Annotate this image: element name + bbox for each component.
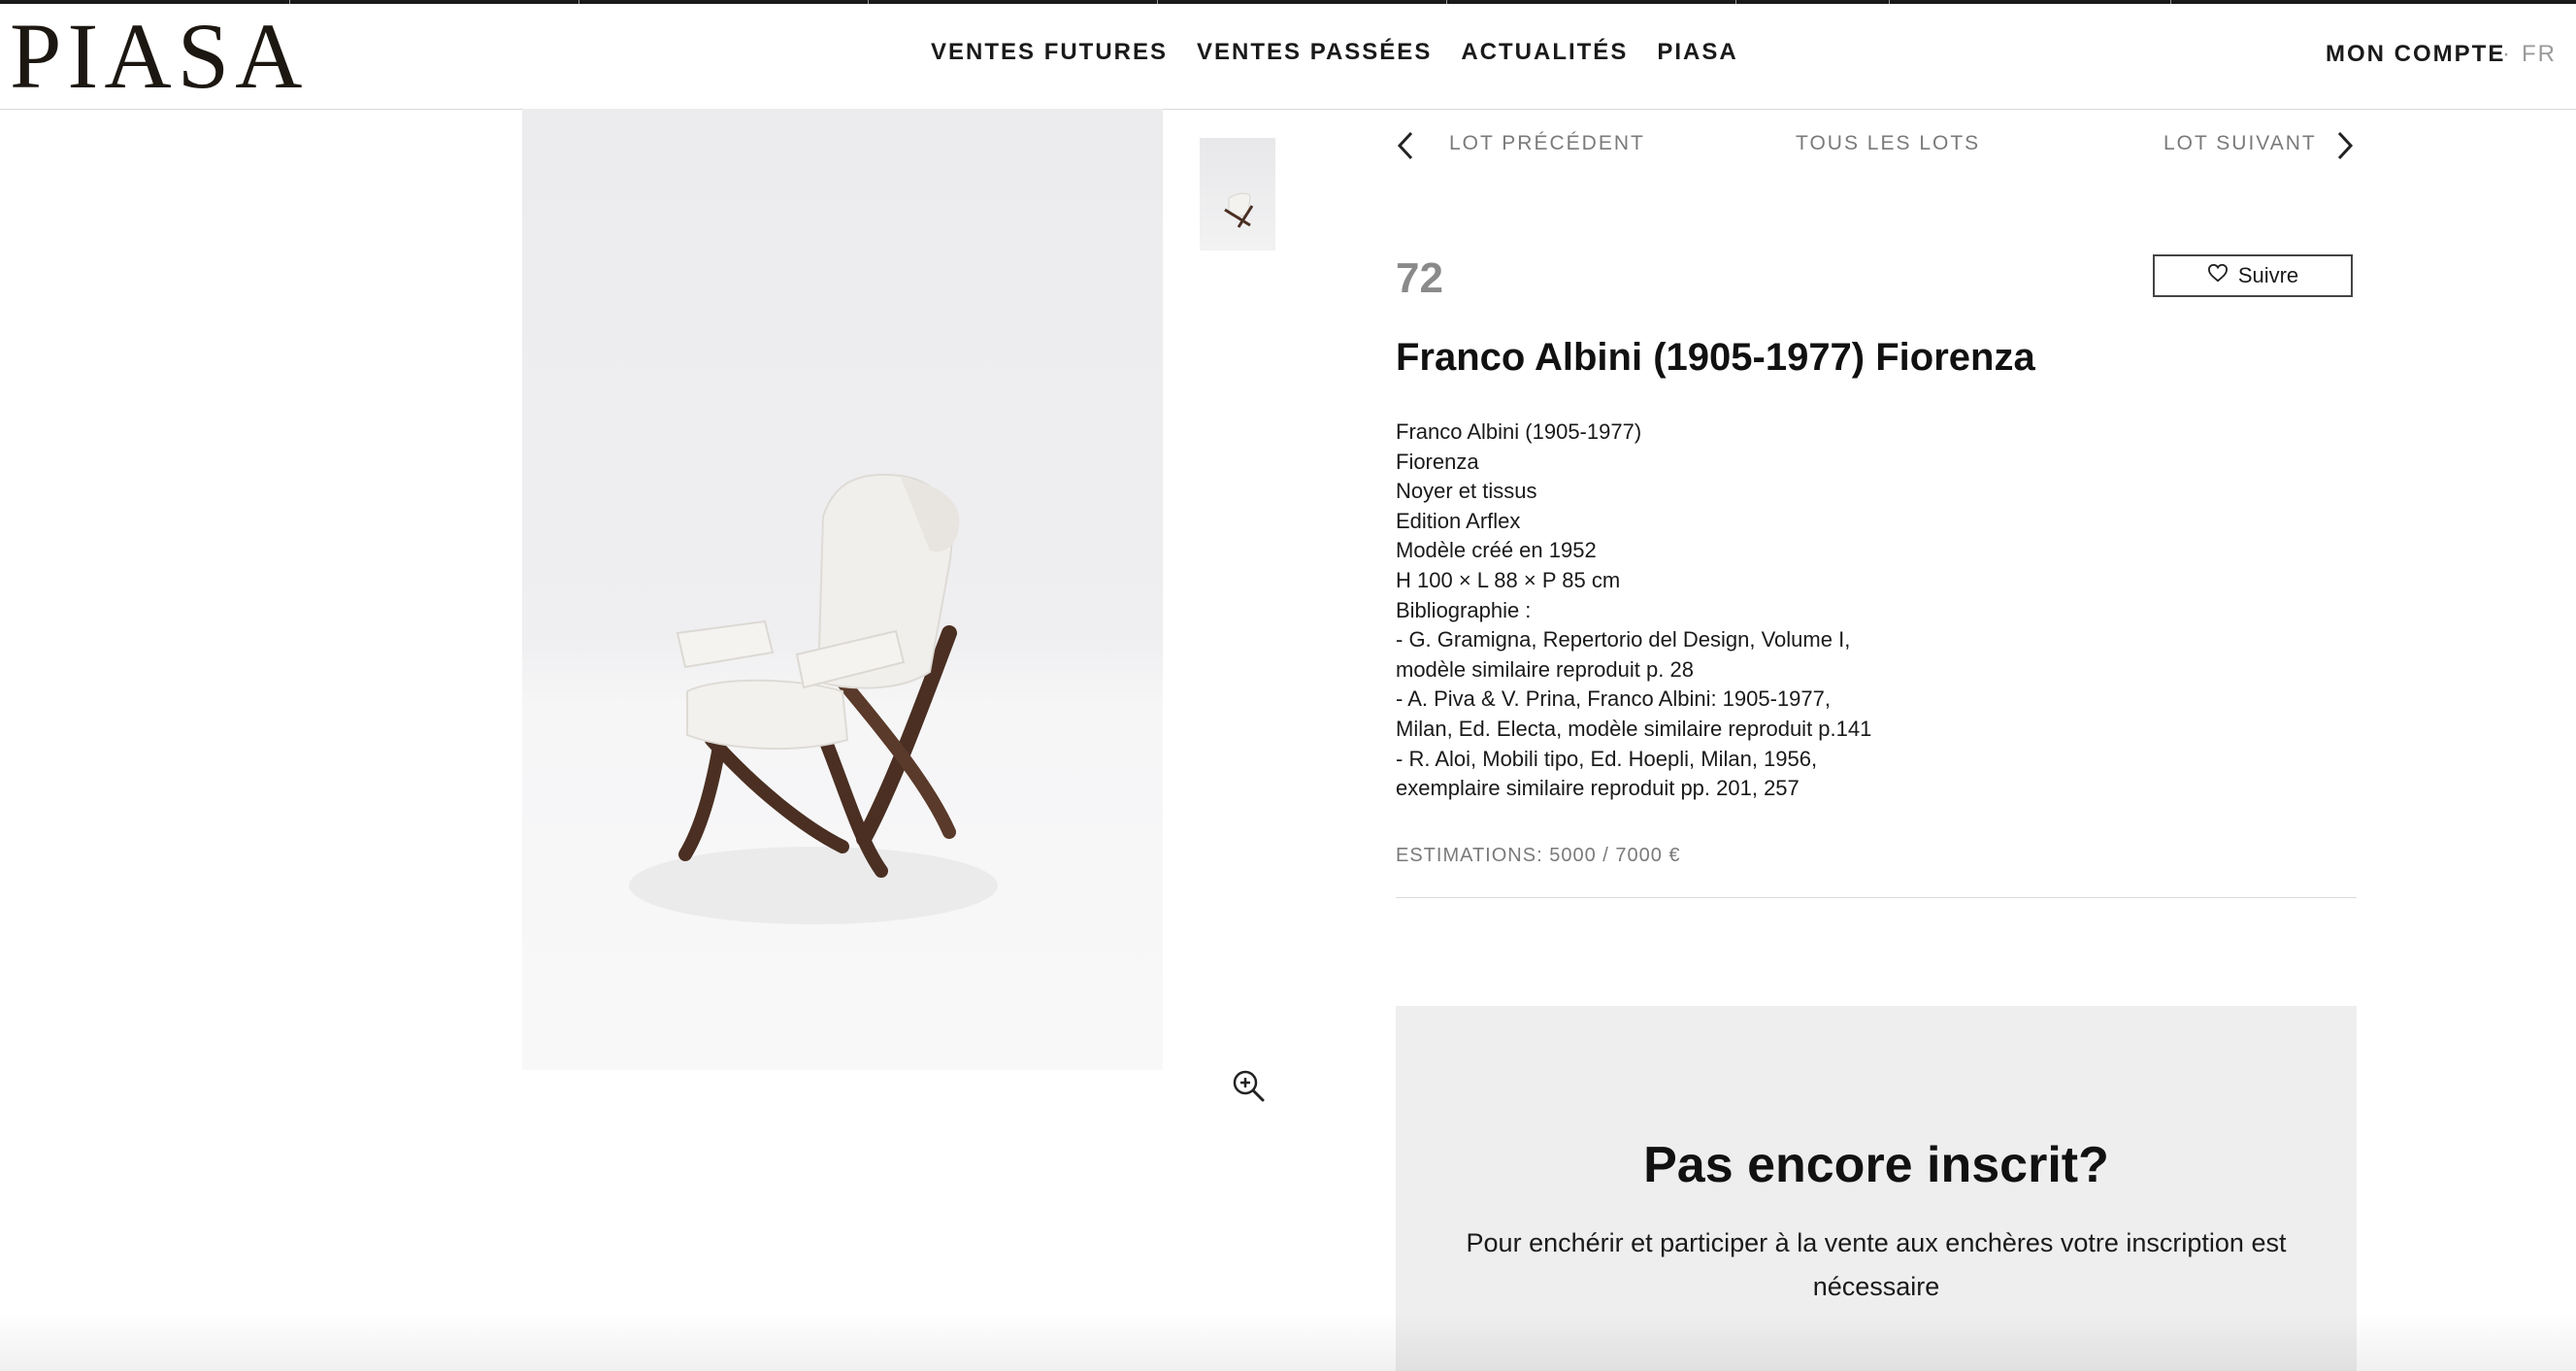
lot-title: Franco Albini (1905-1977) Fiorenza [1396,336,2035,379]
description-line: - A. Piva & V. Prina, Franco Albini: 190… [1396,686,1832,712]
follow-button[interactable]: Suivre [2153,254,2353,297]
piasa-logo[interactable]: PIASA [10,10,308,103]
armchair-photo [629,473,998,924]
separator-dot: · [2502,41,2510,67]
lot-number: 72 [1396,254,1443,302]
site-header: PIASA VENTES FUTURES VENTES PASSÉES ACTU… [0,4,2576,110]
lot-description: Franco Albini (1905-1977) Fiorenza Noyer… [1396,418,1871,804]
chevron-right-icon[interactable] [2333,130,2357,161]
nav-ventes-passees[interactable]: VENTES PASSÉES [1197,39,1432,66]
register-text: Pour enchérir et participer à la vente a… [1466,1228,2287,1301]
description-line: modèle similaire reproduit p. 28 [1396,656,1694,682]
nav-ventes-futures[interactable]: VENTES FUTURES [931,39,1168,66]
description-line: - R. Aloi, Mobili tipo, Ed. Hoepli, Mila… [1396,746,1818,771]
heart-outline-icon [2207,263,2229,288]
description-line: exemplaire similaire reproduit pp. 201, … [1396,776,1800,801]
description-line: Milan, Ed. Electa, modèle similaire repr… [1396,716,1872,741]
account-link[interactable]: MON COMPTE [2326,41,2505,68]
lot-thumbnail[interactable] [1200,138,1275,251]
register-panel: Pas encore inscrit? Pour enchérir et par… [1396,1006,2357,1371]
chevron-left-icon[interactable] [1394,130,1417,161]
estimate-text: ESTIMATIONS: 5000 / 7000 € [1396,845,1681,866]
main-nav: VENTES FUTURES VENTES PASSÉES ACTUALITÉS… [931,39,1738,66]
description-line: H 100 × L 88 × P 85 cm [1396,567,1621,592]
previous-lot-link[interactable]: LOT PRÉCÉDENT [1449,132,1645,155]
description-line: Bibliographie : [1396,597,1532,622]
description-line: Edition Arflex [1396,508,1521,533]
description-line: - G. Gramigna, Repertorio del Design, Vo… [1396,627,1851,652]
nav-actualites[interactable]: ACTUALITÉS [1461,39,1628,66]
description-line: Franco Albini (1905-1977) [1396,419,1642,444]
description-line: Fiorenza [1396,449,1479,474]
all-lots-link[interactable]: TOUS LES LOTS [1796,132,1980,155]
armchair-thumbnail [1224,192,1254,228]
lot-main-image[interactable] [522,109,1163,1070]
follow-label: Suivre [2237,263,2299,287]
description-line: Modèle créé en 1952 [1396,538,1597,563]
description-line: Noyer et tissus [1396,479,1537,504]
next-lot-link[interactable]: LOT SUIVANT [2163,132,2317,155]
zoom-in-icon[interactable] [1231,1068,1266,1103]
register-title: Pas encore inscrit? [1643,1137,2109,1193]
divider [1396,897,2357,898]
nav-piasa[interactable]: PIASA [1657,39,1737,66]
language-switch[interactable]: FR [2522,41,2557,68]
